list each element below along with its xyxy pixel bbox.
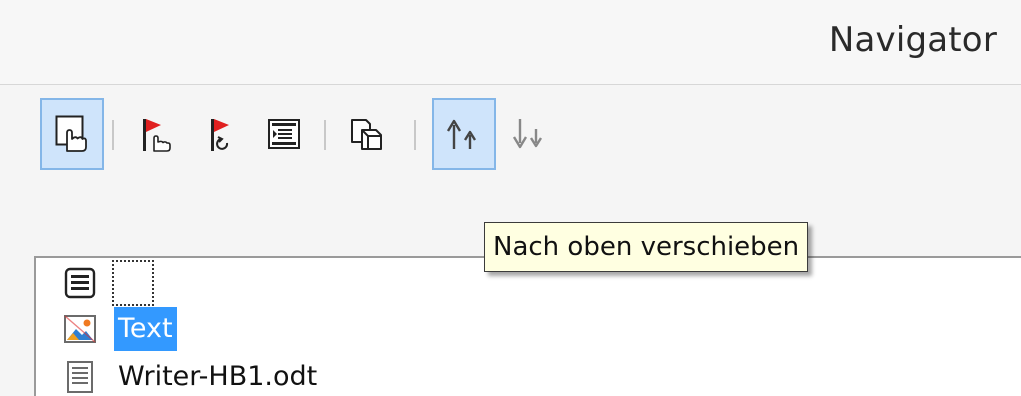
content-navigation-view-icon [55,115,89,153]
headings-icon [58,261,102,305]
navigator-toolbar [30,98,1010,172]
header-footer-button[interactable] [252,98,316,170]
drag-mode-button[interactable] [334,98,398,170]
tooltip: Nach oben verschieben [484,222,809,272]
tree-item-label: Writer-HB1.odt [118,361,318,392]
drag-mode-icon [348,116,384,152]
set-reminder-button[interactable] [124,98,188,170]
tree-item[interactable] [58,260,154,306]
tree-item-label: Text [114,307,177,351]
set-reminder-icon [139,115,173,153]
move-up-button[interactable] [432,98,496,170]
navigator-tree[interactable]: Text Writer-HB1.odt [34,256,1021,396]
image-icon [58,307,102,351]
header-footer-icon [267,117,301,151]
toolbar-separator [324,120,326,150]
move-down-button[interactable] [498,98,562,170]
title-divider [0,84,1021,85]
demote-chapter-icon [510,115,550,153]
title-bar: Navigator [0,0,1021,84]
reminder-return-icon [205,115,239,153]
content-navigation-view-button[interactable] [40,98,104,170]
window-title: Navigator [828,20,997,60]
document-icon [58,355,102,396]
toolbar-separator [414,120,416,150]
promote-chapter-icon [444,115,484,153]
toolbar-separator [112,120,114,150]
tree-item-label [112,260,154,306]
tree-item[interactable]: Writer-HB1.odt [58,354,317,396]
navigator-window: Navigator Nach oben verschieben Text Wri… [0,0,1021,396]
reminder-return-button[interactable] [190,98,254,170]
tree-item[interactable]: Text [58,306,177,352]
